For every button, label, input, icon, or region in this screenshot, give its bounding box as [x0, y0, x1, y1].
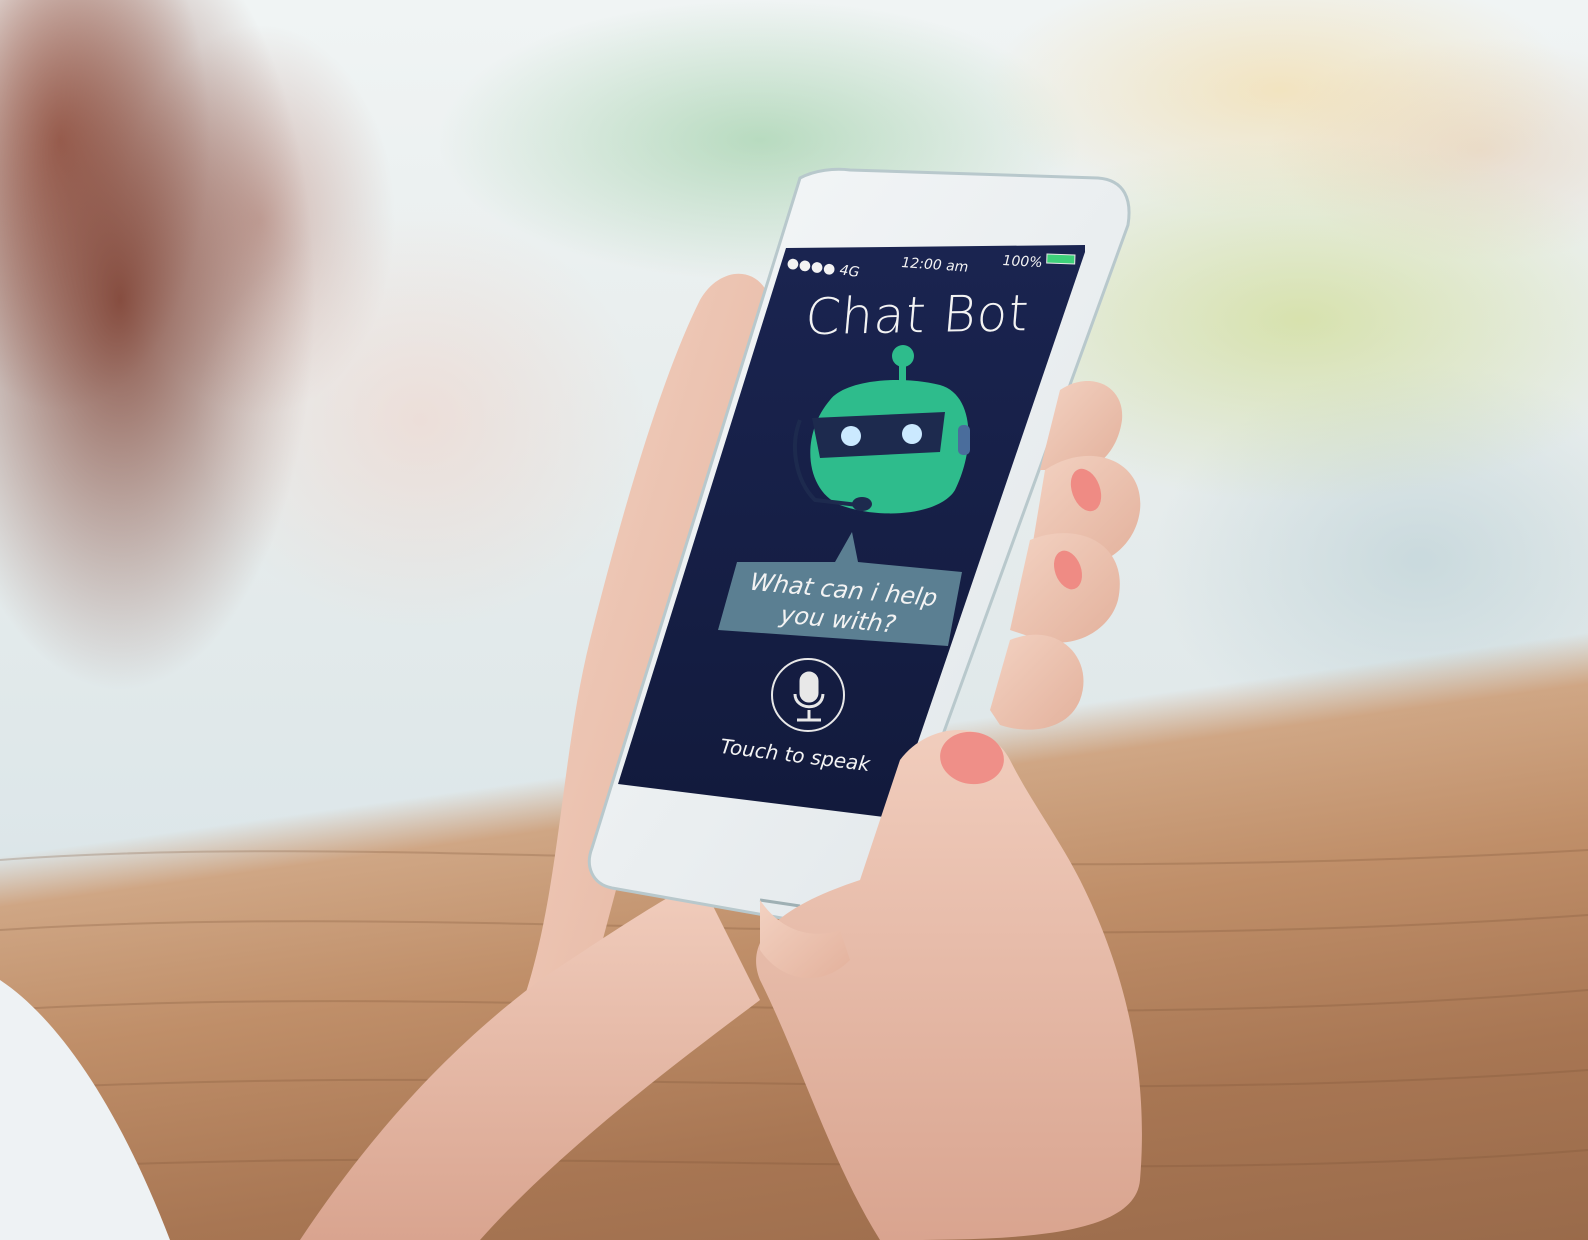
sleeve [0, 980, 170, 1240]
app-title: Chat Bot [802, 284, 1032, 347]
photo-scene: ●●●● 4G 12:00 am 100% Chat Bot What can … [0, 0, 1588, 1240]
status-battery-percent: 100% [1002, 253, 1043, 272]
